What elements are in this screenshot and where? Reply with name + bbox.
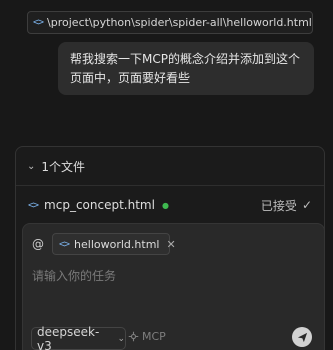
model-name: deepseek-v3 — [37, 324, 100, 350]
mcp-icon — [128, 331, 139, 342]
code-icon: <> — [33, 17, 44, 28]
accepted-status: 已接受 ✓ — [261, 197, 312, 214]
file-reference-path: \project\python\spider\spider-all\hellow… — [47, 16, 312, 29]
mcp-button[interactable]: MCP — [128, 330, 166, 343]
accepted-label: 已接受 — [260, 198, 297, 213]
file-row[interactable]: <> mcp_concept.html ● 已接受 ✓ — [16, 186, 324, 224]
files-panel-header[interactable]: ⌄ 1个文件 — [16, 147, 324, 186]
chevron-down-icon: ⌄ — [117, 333, 125, 344]
file-reference[interactable]: <> \project\python\spider\spider-all\hel… — [27, 11, 313, 34]
code-icon: <> — [28, 199, 39, 211]
files-count-label: 1个文件 — [41, 159, 86, 174]
mcp-label: MCP — [142, 330, 166, 343]
chat-composer: @ <> helloworld.html ✕ 请输入你的任务 deepseek-… — [22, 223, 325, 350]
user-message-bubble: 帮我搜索一下MCP的概念介绍并添加到这个页面中，页面要好看些 — [58, 42, 314, 95]
chevron-down-icon: ⌄ — [27, 160, 36, 172]
user-message-text: 帮我搜索一下MCP的概念介绍并添加到这个页面中，页面要好看些 — [70, 52, 300, 85]
task-input[interactable]: 请输入你的任务 — [32, 267, 116, 284]
mention-button[interactable]: @ — [32, 237, 44, 251]
file-name: mcp_concept.html — [44, 198, 155, 212]
context-file-chip[interactable]: <> helloworld.html ✕ — [52, 233, 176, 255]
context-file-name: helloworld.html — [74, 237, 160, 251]
send-icon — [297, 332, 307, 342]
send-button[interactable] — [292, 327, 312, 347]
modified-dot-icon: ● — [161, 200, 169, 210]
close-icon[interactable]: ✕ — [166, 238, 175, 251]
code-icon: <> — [59, 238, 70, 250]
check-icon: ✓ — [301, 198, 312, 212]
model-select[interactable]: deepseek-v3 ⌄ — [31, 324, 126, 350]
